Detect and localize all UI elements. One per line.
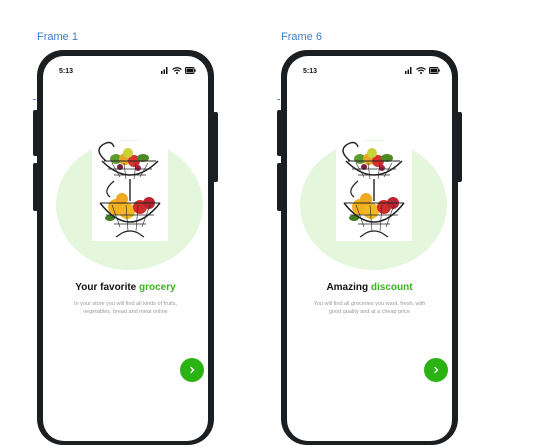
status-bar: 5:13 (59, 67, 196, 79)
next-button[interactable] (424, 358, 448, 382)
frame-label: Frame 1 (37, 31, 78, 43)
status-bar: 5:13 (303, 67, 440, 79)
guide-mark (277, 99, 280, 100)
onboarding-screen: 5:13 (287, 56, 452, 441)
status-time: 5:13 (59, 68, 74, 75)
onboarding-title: Your favorite grocery (75, 282, 176, 293)
frame-label: Frame 6 (281, 31, 322, 43)
signal-icon (161, 67, 168, 74)
status-time: 5:13 (303, 68, 318, 75)
onboarding-description: In your store you will find all kinds of… (73, 301, 177, 315)
wifi-icon (416, 67, 426, 74)
wifi-icon (172, 67, 182, 74)
phone-frame: 5:13 (281, 50, 458, 445)
signal-icon (405, 67, 412, 74)
onboarding-screen: 5:13 (43, 56, 208, 441)
fruit-basket-image (92, 141, 168, 241)
next-button[interactable] (180, 358, 204, 382)
battery-icon (429, 67, 440, 74)
battery-icon (185, 67, 196, 74)
chevron-right-icon (434, 366, 439, 374)
chevron-right-icon (190, 366, 195, 374)
guide-mark (33, 99, 36, 100)
onboarding-description: You will find all groceries you want, fr… (313, 301, 426, 315)
onboarding-title: Amazing discount (326, 282, 413, 293)
phone-frame: 5:13 (37, 50, 214, 445)
fruit-basket-image (336, 141, 412, 241)
